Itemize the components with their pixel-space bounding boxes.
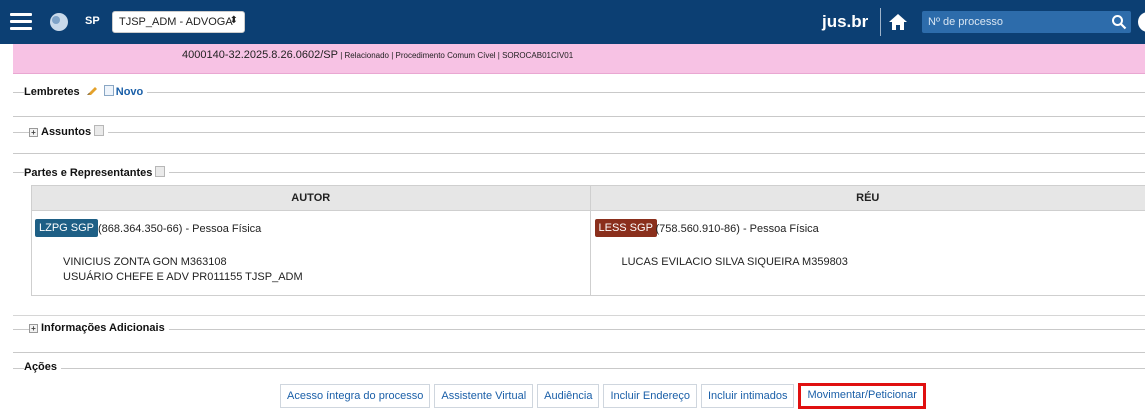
eproc-logo-icon	[50, 13, 68, 31]
process-details: | Relacionado | Procedimento Comum Cível…	[337, 51, 574, 60]
hearing-button[interactable]: Audiência	[537, 384, 600, 408]
document-icon[interactable]	[94, 125, 105, 136]
parties-table-header: AUTOR RÉU	[32, 186, 1145, 211]
new-note-icon[interactable]	[103, 85, 114, 96]
autor-badge[interactable]: LZPG SGP	[35, 219, 99, 237]
autor-lawyer: VINICIUS ZONTA GON M363108	[63, 256, 227, 268]
search-icon[interactable]	[1111, 14, 1127, 30]
new-reminder-link[interactable]: Novo	[116, 86, 144, 98]
top-navbar: SP TJSP_ADM - ADVOGA ⬍ jus.br	[0, 0, 1145, 44]
home-icon[interactable]	[888, 12, 908, 32]
reu-cell: LESS SGP (758.560.910-86) - Pessoa Físic…	[591, 211, 1145, 295]
process-search-input[interactable]	[922, 11, 1107, 33]
partes-title: Partes e Representantes	[24, 167, 153, 179]
assuntos-section: + Assuntos	[13, 125, 1145, 154]
parties-table: AUTOR RÉU LZPG SGP (868.364.350-66) - Pe…	[31, 185, 1145, 296]
jusbr-logo[interactable]: jus.br	[822, 12, 868, 32]
user-avatar[interactable]	[1138, 12, 1145, 32]
process-banner-text: 4000140-32.2025.8.26.0602/SP | Relaciona…	[182, 49, 573, 61]
expand-icon[interactable]: +	[29, 324, 38, 333]
pencil-icon[interactable]	[86, 86, 98, 96]
document-icon[interactable]	[155, 166, 166, 177]
file-petition-button[interactable]: Movimentar/Peticionar	[798, 383, 926, 409]
add-summoned-button[interactable]: Incluir intimados	[700, 384, 795, 408]
process-banner: 4000140-32.2025.8.26.0602/SP | Relaciona…	[13, 44, 1145, 74]
process-number[interactable]: 4000140-32.2025.8.26.0602/SP	[182, 49, 338, 61]
navbar-divider	[880, 8, 881, 36]
autor-lawyer: USUÁRIO CHEFE E ADV PR011155 TJSP_ADM	[63, 271, 303, 283]
full-process-access-button[interactable]: Acesso íntegra do processo	[280, 384, 431, 408]
expand-icon[interactable]: +	[29, 128, 38, 137]
reu-lawyer: LUCAS EVILACIO SILVA SIQUEIRA M359803	[621, 256, 848, 268]
lembretes-title: Lembretes	[24, 86, 80, 98]
lembretes-legend: Lembretes Novo	[24, 85, 148, 98]
actions-bar: Acesso íntegra do processo Assistente Vi…	[280, 383, 926, 410]
state-label: SP	[85, 15, 100, 27]
acoes-title: Ações	[24, 361, 58, 373]
info-adicionais-legend: + Informações Adicionais	[29, 322, 169, 334]
autor-column-header: AUTOR	[32, 186, 591, 210]
acoes-legend: Ações	[24, 361, 62, 373]
info-adicionais-title[interactable]: Informações Adicionais	[41, 322, 165, 334]
profile-select[interactable]: TJSP_ADM - ADVOGA ⬍	[112, 11, 245, 33]
virtual-assistant-button[interactable]: Assistente Virtual	[434, 384, 534, 408]
assuntos-title[interactable]: Assuntos	[41, 126, 91, 138]
hamburger-menu-icon[interactable]	[10, 13, 32, 31]
parties-table-row: LZPG SGP (868.364.350-66) - Pessoa Físic…	[32, 211, 1145, 295]
reu-badge[interactable]: LESS SGP	[594, 219, 657, 237]
process-search-box	[922, 11, 1131, 33]
add-address-button[interactable]: Incluir Endereço	[603, 384, 697, 408]
assuntos-legend: + Assuntos	[29, 125, 109, 138]
autor-cell: LZPG SGP (868.364.350-66) - Pessoa Físic…	[32, 211, 591, 295]
lembretes-section: Lembretes Novo	[13, 85, 1145, 117]
partes-legend: Partes e Representantes	[24, 166, 170, 179]
autor-document: (868.364.350-66) - Pessoa Física	[98, 223, 262, 235]
reu-document: (758.560.910-86) - Pessoa Física	[655, 223, 819, 235]
profile-select-value: TJSP_ADM - ADVOGA	[119, 16, 233, 28]
chevron-updown-icon: ⬍	[229, 15, 238, 26]
reu-column-header: RÉU	[856, 192, 880, 204]
info-adicionais-section: + Informações Adicionais	[13, 322, 1145, 353]
